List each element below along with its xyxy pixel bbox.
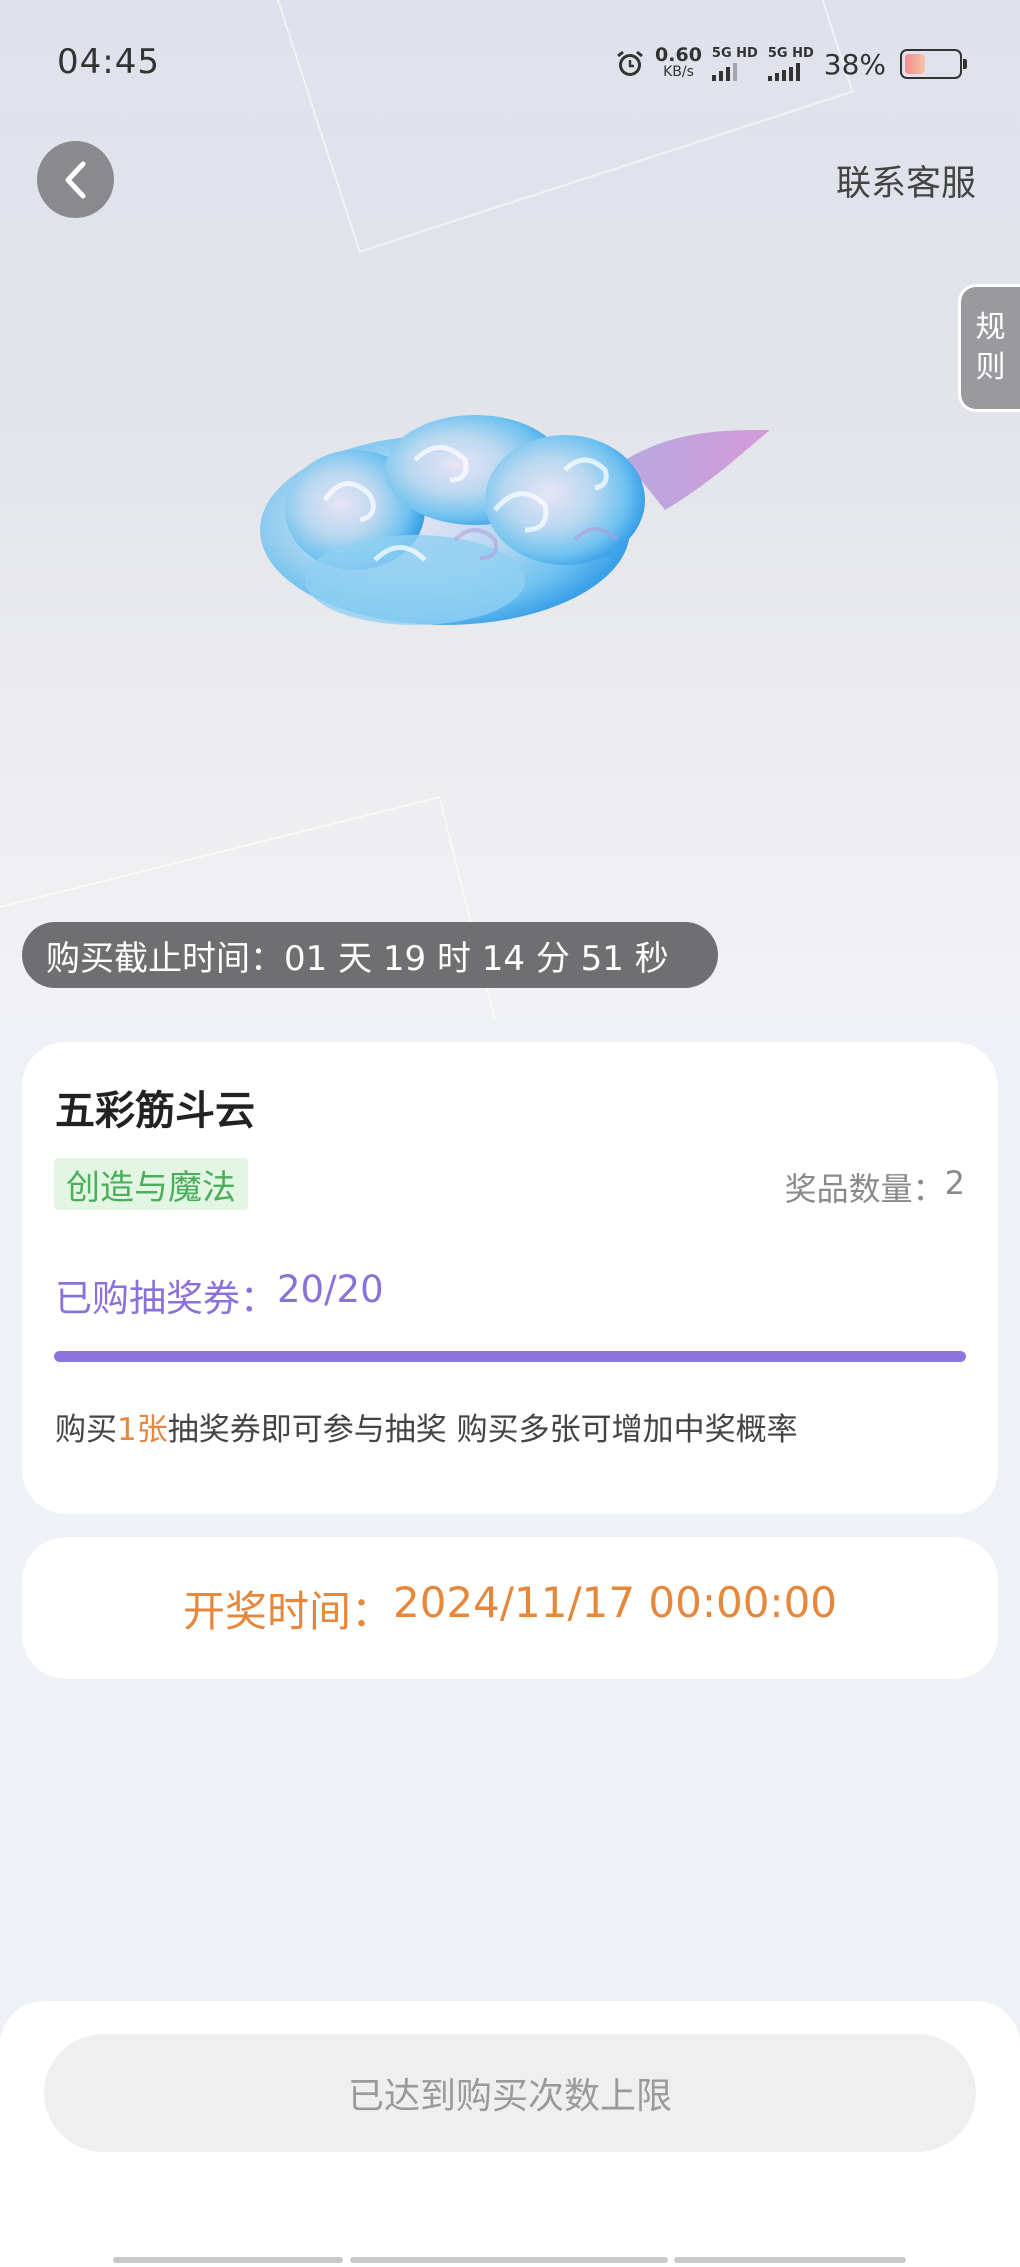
purchase-hint: 购买 1张 抽奖券即可参与抽奖 购买多张可增加中奖概率: [55, 1404, 798, 1449]
rules-char: 则: [975, 350, 1006, 385]
purchased-tickets: 已购抽奖券： 20/20: [55, 1268, 384, 1322]
chevron-left-icon: [65, 161, 85, 198]
signal-icon: 5G HD: [767, 46, 814, 81]
purchase-limit-button[interactable]: 已达到购买次数上限: [44, 2034, 976, 2152]
sim1-label: 5G HD: [711, 46, 758, 61]
deadline-value: 01 天 19 时 14 分 51 秒: [284, 938, 669, 979]
prize-count: 奖品数量： 2: [785, 1164, 965, 1210]
net-speed-unit: KB/s: [663, 64, 694, 80]
status-indicators: 0.60 KB/s 5G HD 5G HD 38%: [615, 42, 967, 86]
battery-icon: [900, 49, 967, 79]
tickets-value: 20/20: [277, 1268, 384, 1311]
bottom-action-panel: 已达到购买次数上限: [0, 2001, 1020, 2267]
hero-banner: [0, 0, 1020, 1020]
net-speed-value: 0.60: [655, 44, 702, 66]
tickets-label: 已购抽奖券：: [55, 1277, 277, 1320]
deadline-label: 购买截止时间：: [46, 938, 284, 979]
somersault-cloud-image: [260, 415, 770, 625]
hint-post: 抽奖券即可参与抽奖 购买多张可增加中奖概率: [167, 1412, 798, 1448]
battery-level: [905, 54, 925, 74]
draw-time: 开奖时间： 2024/11/17 00:00:00: [183, 1578, 837, 1639]
nav-gesture-bar: [674, 2257, 906, 2263]
draw-time-value: 2024/11/17 00:00:00: [392, 1577, 838, 1627]
prize-count-label: 奖品数量：: [784, 1170, 945, 1208]
purchase-deadline-countdown: 购买截止时间： 01 天 19 时 14 分 51 秒: [22, 922, 718, 988]
draw-time-label: 开奖时间：: [182, 1586, 393, 1636]
item-info-card: 五彩筋斗云 创造与魔法 奖品数量： 2 已购抽奖券： 20/20 购买 1张 抽…: [22, 1042, 998, 1514]
contact-support-link[interactable]: 联系客服: [836, 155, 976, 206]
back-button[interactable]: [37, 141, 114, 218]
nav-gesture-bar: [350, 2257, 668, 2263]
prize-count-value: 2: [944, 1164, 965, 1202]
status-time: 04:45: [57, 42, 160, 82]
net-speed: 0.60 KB/s: [655, 44, 702, 81]
sim2-label: 5G HD: [767, 46, 814, 61]
draw-time-card: 开奖时间： 2024/11/17 00:00:00: [22, 1537, 998, 1679]
item-name: 五彩筋斗云: [55, 1088, 255, 1134]
hint-highlight: 1张: [117, 1412, 168, 1448]
battery-percent: 38%: [823, 47, 886, 81]
alarm-icon: [617, 50, 643, 76]
tickets-progress-bar: [54, 1351, 966, 1362]
nav-gesture-bar: [113, 2257, 343, 2263]
rules-tab[interactable]: 规 则: [958, 284, 1020, 412]
signal-icon: 5G HD: [711, 46, 758, 81]
rules-char: 规: [975, 310, 1006, 345]
status-bar: 04:45 0.60 KB/s 5G HD 5G HD 38%: [0, 0, 1020, 120]
hint-pre: 购买: [55, 1412, 117, 1448]
tickets-progress-fill: [54, 1351, 966, 1362]
category-tag: 创造与魔法: [54, 1158, 248, 1210]
